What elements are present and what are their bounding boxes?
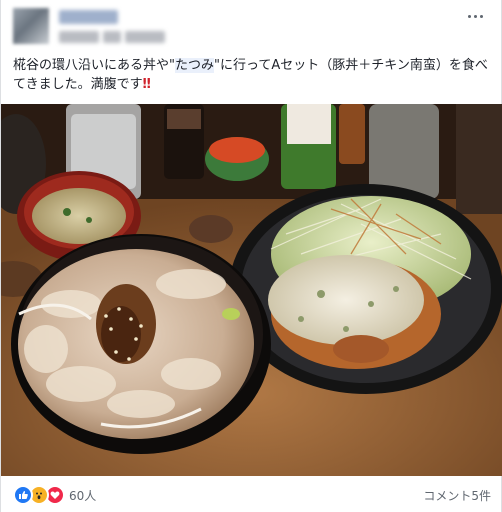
reaction-count[interactable]: 60人 — [69, 487, 96, 504]
more-options-button[interactable] — [465, 8, 485, 24]
highlighted-shop-name[interactable]: たつみ — [174, 58, 214, 73]
location-blurred[interactable] — [125, 31, 165, 43]
post-date-blurred[interactable] — [59, 31, 99, 43]
author-name[interactable]: ██████ — [59, 10, 119, 24]
post-footer: 60人 コメント5件 — [1, 478, 502, 512]
author-name-text[interactable]: ██████ — [59, 10, 119, 24]
double-exclamation-icon: ‼ — [142, 77, 151, 92]
food-photo-illustration — [1, 104, 502, 476]
author-avatar[interactable] — [13, 8, 49, 44]
post-photo[interactable] — [1, 104, 502, 476]
post-meta — [59, 30, 165, 44]
reactions-summary[interactable]: 60人 — [13, 485, 96, 505]
post-card: ██████ 椛谷の環八沿いにある丼や"たつみ"に行ってAセット（豚丼＋チキン南… — [0, 0, 502, 512]
comment-count-link[interactable]: コメント5件 — [423, 487, 491, 504]
more-dots-icon — [467, 14, 471, 18]
post-text: 椛谷の環八沿いにある丼や"たつみ"に行ってAセット（豚丼＋チキン南蛮）を食べてき… — [13, 58, 488, 92]
audience-icon-blurred[interactable] — [103, 31, 121, 43]
thumbs-up-icon — [13, 485, 33, 505]
